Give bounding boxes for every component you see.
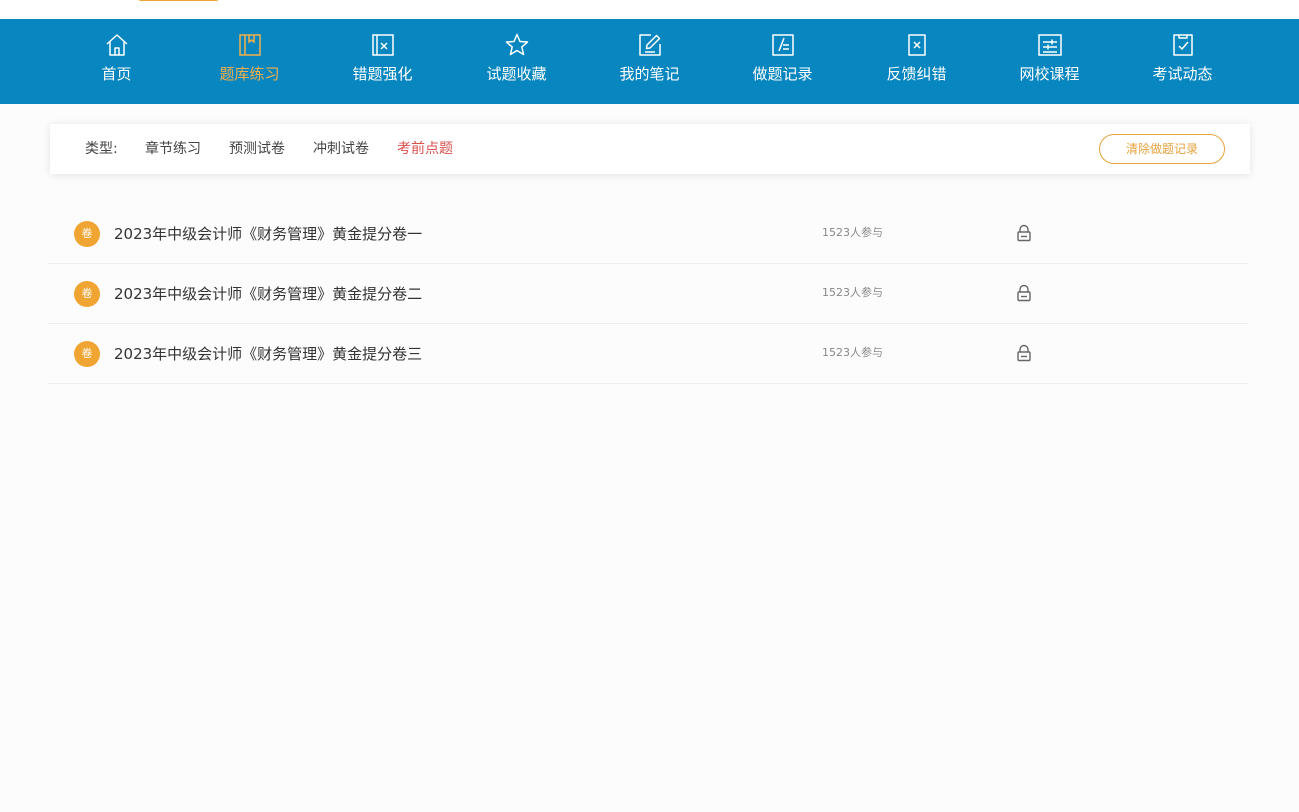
participant-count: 1523人参与 — [822, 226, 883, 239]
paper-badge: 卷 — [74, 341, 100, 367]
nav-item-exam-news[interactable]: 考试动态 — [1116, 19, 1249, 104]
lock-icon[interactable] — [1016, 224, 1032, 242]
paper-title[interactable]: 2023年中级会计师《财务管理》黄金提分卷二 — [114, 283, 422, 305]
nav-item-courses[interactable]: 网校课程 — [983, 19, 1116, 104]
star-icon — [505, 33, 528, 56]
note-edit-icon — [638, 34, 661, 56]
nav-item-label: 试题收藏 — [486, 65, 547, 83]
nav-item-records[interactable]: 做题记录 — [716, 19, 849, 104]
paper-title[interactable]: 2023年中级会计师《财务管理》黄金提分卷一 — [114, 223, 422, 245]
filter-option-mock-exam[interactable]: 预测试卷 — [229, 139, 285, 159]
nav-item-label: 做题记录 — [752, 65, 813, 83]
participant-count: 1523人参与 — [822, 346, 883, 359]
nav-item-label: 网校课程 — [1019, 65, 1080, 83]
home-icon — [105, 34, 128, 56]
record-icon — [771, 34, 794, 56]
nav-item-notes[interactable]: 我的笔记 — [583, 19, 716, 104]
main-nav: 首页 题库练习 错题强化 试题收藏 我的笔记 做题记录 反馈纠错 网校课程 考试… — [0, 19, 1299, 104]
list-item[interactable]: 卷 2023年中级会计师《财务管理》黄金提分卷二 1523人参与 — [48, 264, 1248, 324]
nav-item-label: 错题强化 — [352, 65, 413, 83]
book-icon — [238, 34, 261, 56]
paper-title[interactable]: 2023年中级会计师《财务管理》黄金提分卷三 — [114, 343, 422, 365]
nav-item-feedback[interactable]: 反馈纠错 — [850, 19, 983, 104]
lock-icon[interactable] — [1016, 284, 1032, 302]
course-sliders-icon — [1037, 34, 1062, 56]
error-doc-icon — [371, 34, 394, 56]
lock-icon[interactable] — [1016, 344, 1032, 362]
paper-badge: 卷 — [74, 221, 100, 247]
filter-label: 类型: — [85, 141, 118, 157]
nav-item-question-bank[interactable]: 题库练习 — [183, 19, 316, 104]
nav-item-label: 反馈纠错 — [886, 65, 947, 83]
participant-count: 1523人参与 — [822, 286, 883, 299]
paper-list: 卷 2023年中级会计师《财务管理》黄金提分卷一 1523人参与 卷 2023年… — [48, 204, 1248, 384]
check-doc-icon — [1172, 34, 1193, 56]
list-item[interactable]: 卷 2023年中级会计师《财务管理》黄金提分卷三 1523人参与 — [48, 324, 1248, 384]
nav-item-label: 题库练习 — [219, 65, 280, 83]
filter-option-pre-exam-tips[interactable]: 考前点题 — [397, 139, 453, 159]
clear-records-button[interactable]: 清除做题记录 — [1099, 134, 1225, 164]
nav-item-label: 我的笔记 — [619, 65, 680, 83]
nav-item-label: 首页 — [101, 65, 132, 83]
nav-item-label: 考试动态 — [1152, 65, 1213, 83]
list-item[interactable]: 卷 2023年中级会计师《财务管理》黄金提分卷一 1523人参与 — [48, 204, 1248, 264]
top-tab-peek[interactable] — [137, 0, 220, 1]
top-bar — [0, 0, 1299, 19]
filter-option-chapter-practice[interactable]: 章节练习 — [145, 139, 201, 159]
nav-item-home[interactable]: 首页 — [50, 19, 183, 104]
paper-badge: 卷 — [74, 281, 100, 307]
feedback-x-icon — [907, 34, 926, 56]
nav-item-favorites[interactable]: 试题收藏 — [450, 19, 583, 104]
nav-item-wrong-questions[interactable]: 错题强化 — [316, 19, 449, 104]
type-filter-bar: 类型: 章节练习 预测试卷 冲刺试卷 考前点题 清除做题记录 — [50, 124, 1250, 174]
filter-option-sprint-exam[interactable]: 冲刺试卷 — [313, 139, 369, 159]
